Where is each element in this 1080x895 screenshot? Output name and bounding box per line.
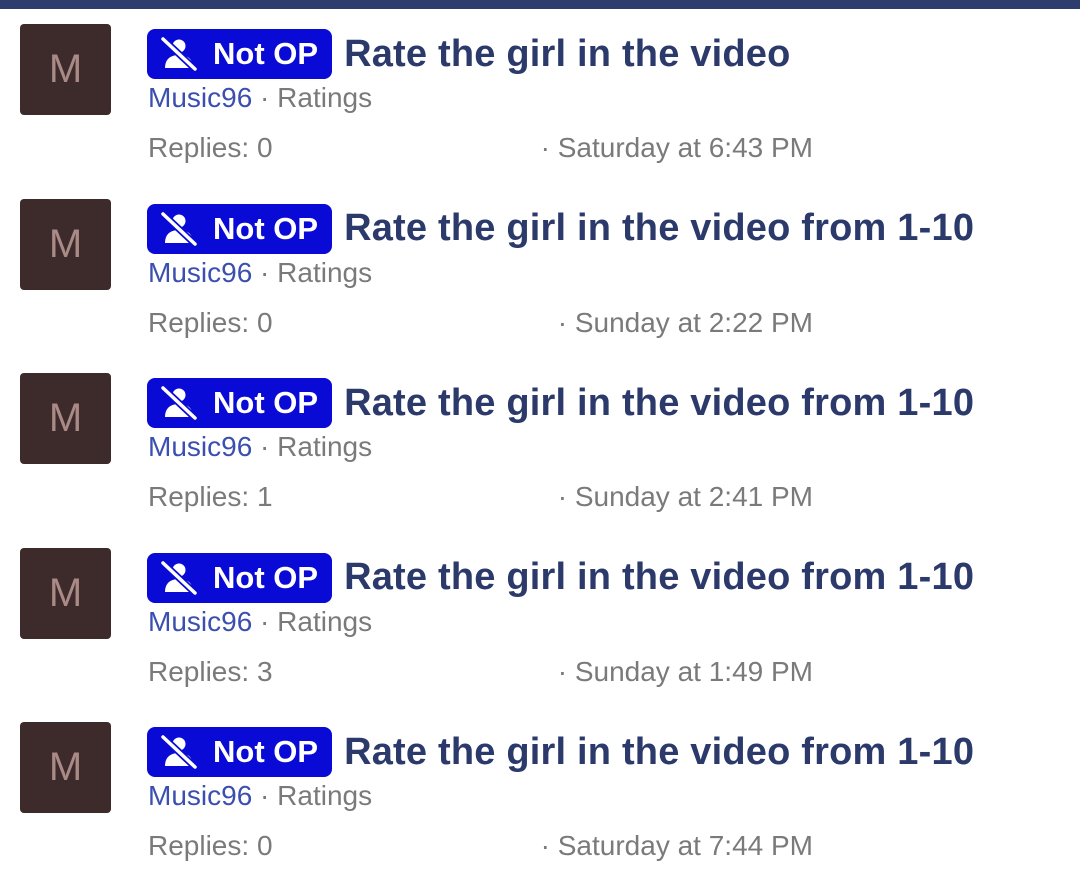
not-op-badge: Not OP	[147, 29, 333, 79]
avatar[interactable]: M	[20, 722, 111, 813]
badge-label: Not OP	[213, 210, 319, 246]
thread-title-link[interactable]: Rate the girl in the video from 1-10	[344, 382, 974, 425]
thread-title-link[interactable]: Rate the girl in the video from 1-10	[344, 556, 974, 599]
badge-label: Not OP	[213, 36, 319, 71]
author-link[interactable]: Music96	[148, 780, 252, 811]
thread-stats: Replies: 3 · Sunday at 1:49 PM	[148, 656, 813, 692]
thread-meta: Music96 · Ratings	[148, 606, 372, 638]
thread-meta: Music96 · Ratings	[148, 780, 372, 812]
meta-separator: ·	[252, 780, 278, 811]
thread-item[interactable]: M Not OP Rate the girl in the video from…	[0, 197, 1080, 372]
author-link[interactable]: Music96	[148, 431, 252, 462]
avatar[interactable]: M	[20, 547, 111, 639]
forum-link[interactable]: Ratings	[277, 606, 372, 637]
author-link[interactable]: Music96	[148, 257, 252, 288]
meta-separator: ·	[252, 256, 278, 288]
thread-date[interactable]: · Sunday at 1:49 PM	[558, 656, 813, 688]
not-op-badge: Not OP	[147, 727, 333, 777]
thread-item[interactable]: M Not OP Rate the girl in the video from…	[0, 371, 1080, 546]
thread-item[interactable]: M Not OP Rate the girl in the video from…	[0, 720, 1080, 895]
user-off-icon	[159, 734, 199, 770]
thread-title-link[interactable]: Rate the girl in the video from 1-10	[344, 207, 974, 250]
thread-date[interactable]: · Sunday at 2:22 PM	[558, 307, 813, 339]
thread-date[interactable]: · Saturday at 7:44 PM	[541, 830, 813, 862]
thread-title-row: Not OP Rate the girl in the video from 1…	[147, 203, 974, 255]
meta-separator: ·	[252, 605, 278, 637]
replies-count: Replies: 3	[148, 655, 273, 687]
meta-separator: ·	[252, 431, 278, 462]
not-op-badge: Not OP	[147, 203, 333, 254]
thread-stats: Replies: 0 · Sunday at 2:22 PM	[148, 307, 813, 343]
forum-link[interactable]: Ratings	[277, 82, 372, 113]
thread-title-link[interactable]: Rate the girl in the video	[344, 33, 791, 76]
thread-item[interactable]: M Not OP Rate the girl in the video Musi…	[0, 22, 1080, 197]
replies-count: Replies: 1	[148, 481, 273, 512]
replies-count: Replies: 0	[148, 306, 273, 338]
thread-meta: Music96 · Ratings	[148, 82, 372, 114]
badge-label: Not OP	[213, 385, 319, 420]
top-bar	[0, 0, 1080, 9]
not-op-badge: Not OP	[147, 552, 333, 603]
user-off-icon	[159, 559, 199, 596]
thread-title-row: Not OP Rate the girl in the video	[147, 28, 791, 80]
thread-title-row: Not OP Rate the girl in the video from 1…	[147, 377, 974, 429]
forum-link[interactable]: Ratings	[277, 257, 372, 288]
forum-link[interactable]: Ratings	[277, 780, 372, 811]
thread-list: M Not OP Rate the girl in the video Musi…	[0, 22, 1080, 895]
thread-title-row: Not OP Rate the girl in the video from 1…	[147, 552, 974, 604]
badge-label: Not OP	[213, 559, 319, 595]
thread-meta: Music96 · Ratings	[148, 257, 372, 289]
replies-count: Replies: 0	[148, 132, 273, 163]
thread-meta: Music96 · Ratings	[148, 431, 372, 463]
author-link[interactable]: Music96	[148, 606, 252, 637]
user-off-icon	[159, 36, 199, 72]
replies-count: Replies: 0	[148, 830, 273, 861]
thread-date[interactable]: · Sunday at 2:41 PM	[558, 481, 813, 513]
thread-title-link[interactable]: Rate the girl in the video from 1-10	[344, 731, 974, 774]
meta-separator: ·	[252, 82, 278, 113]
user-off-icon	[159, 385, 199, 421]
user-off-icon	[159, 210, 199, 247]
thread-stats: Replies: 1 · Sunday at 2:41 PM	[148, 481, 813, 517]
author-link[interactable]: Music96	[148, 82, 252, 113]
thread-stats: Replies: 0 · Saturday at 6:43 PM	[148, 132, 813, 168]
thread-title-row: Not OP Rate the girl in the video from 1…	[147, 726, 974, 778]
avatar[interactable]: M	[20, 373, 111, 464]
thread-date[interactable]: · Saturday at 6:43 PM	[541, 132, 813, 164]
forum-link[interactable]: Ratings	[277, 431, 372, 462]
avatar[interactable]: M	[20, 24, 111, 115]
not-op-badge: Not OP	[147, 378, 333, 428]
thread-stats: Replies: 0 · Saturday at 7:44 PM	[148, 830, 813, 866]
badge-label: Not OP	[213, 734, 319, 769]
thread-item[interactable]: M Not OP Rate the girl in the video from…	[0, 546, 1080, 721]
avatar[interactable]: M	[20, 198, 111, 290]
